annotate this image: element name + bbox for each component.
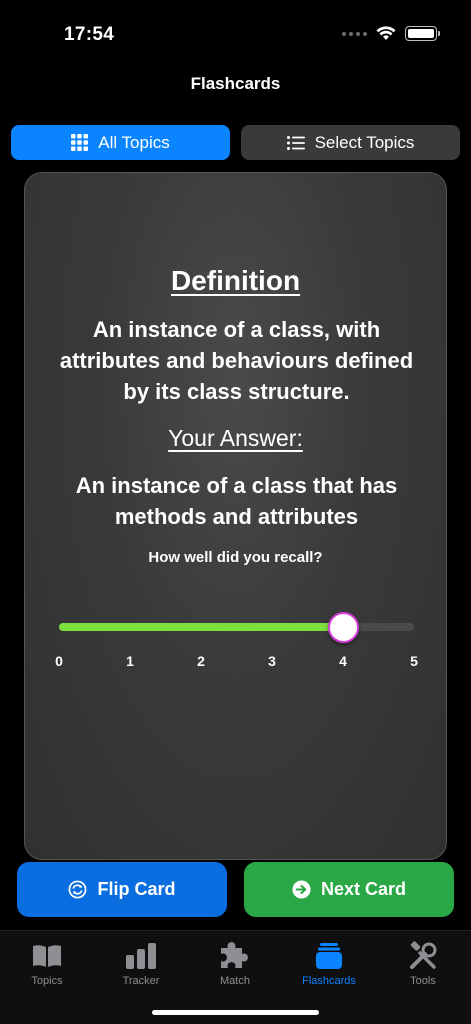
select-topics-button[interactable]: Select Topics: [241, 125, 460, 160]
recall-slider-track[interactable]: [59, 623, 414, 631]
arrow-right-circle-icon: [292, 880, 311, 899]
all-topics-label: All Topics: [98, 132, 170, 152]
slider-tick-label: 0: [55, 653, 63, 669]
recall-question: How well did you recall?: [148, 549, 323, 566]
flashcard[interactable]: Definition An instance of a class, with …: [24, 172, 447, 860]
answer-text: An instance of a class that has methods …: [75, 473, 398, 529]
grid-icon: [71, 134, 89, 151]
tab-match-label: Match: [220, 975, 250, 987]
book-icon: [33, 945, 61, 967]
tab-bar: Topics Tracker Match Flashcards Tools: [0, 930, 471, 1024]
answer-heading: Your Answer:: [168, 425, 303, 451]
status-time: 17:54: [64, 24, 115, 45]
definition-heading: Definition: [170, 265, 301, 296]
status-icons: [342, 26, 440, 41]
bar-chart-icon: [126, 943, 156, 969]
tab-topics[interactable]: Topics: [0, 941, 94, 987]
status-bar: 17:54: [0, 0, 471, 60]
all-topics-button[interactable]: All Topics: [11, 125, 230, 160]
wifi-icon: [376, 26, 396, 40]
tab-flashcards[interactable]: Flashcards: [282, 941, 376, 987]
slider-tick-label: 2: [197, 653, 205, 669]
tab-tracker-label: Tracker: [122, 975, 160, 987]
cards-stack-icon: [316, 943, 342, 969]
slider-tick-label: 5: [410, 653, 418, 669]
home-indicator: [152, 1010, 319, 1015]
tab-tools-label: Tools: [410, 975, 436, 987]
flip-card-button[interactable]: Flip Card: [17, 862, 227, 917]
tab-match[interactable]: Match: [188, 941, 282, 987]
tab-topics-label: Topics: [31, 975, 63, 987]
select-topics-label: Select Topics: [314, 132, 415, 152]
puzzle-icon: [221, 942, 248, 968]
tools-icon: [410, 941, 437, 969]
recall-slider-thumb[interactable]: [327, 612, 359, 643]
tab-tools[interactable]: Tools: [376, 941, 470, 987]
page-title: Flashcards: [190, 74, 281, 93]
recall-slider-fill: [59, 623, 343, 631]
flashcards-screen: 17:54 Flashcards All Topics Select Topic…: [0, 0, 471, 1024]
tab-flashcards-label: Flashcards: [302, 975, 356, 987]
tab-tracker[interactable]: Tracker: [94, 941, 188, 987]
slider-tick-label: 3: [268, 653, 276, 669]
slider-tick-label: 1: [126, 653, 134, 669]
battery-icon: [405, 26, 440, 41]
flip-card-label: Flip Card: [97, 879, 176, 899]
definition-text: An instance of a class, with attributes …: [59, 317, 414, 404]
next-card-label: Next Card: [320, 879, 407, 899]
cellular-signal-icon: [342, 31, 367, 36]
list-icon: [286, 135, 305, 150]
slider-tick-label: 4: [339, 653, 347, 669]
flip-icon: [69, 880, 87, 899]
next-card-button[interactable]: Next Card: [244, 862, 454, 917]
